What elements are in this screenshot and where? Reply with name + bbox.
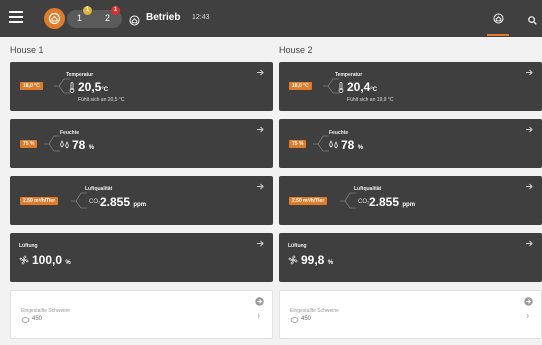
pig-icon xyxy=(21,317,30,323)
humidity-card-house-1[interactable]: 75 % Feuchte 78 % xyxy=(10,119,273,168)
thermometer-icon xyxy=(338,82,344,93)
humidity-value: 78 % xyxy=(341,138,363,152)
arrow-right-icon[interactable] xyxy=(525,182,534,191)
arrow-right-icon[interactable] xyxy=(256,239,265,248)
arrow-right-icon[interactable] xyxy=(525,125,534,134)
temperature-number: 20,4 xyxy=(347,80,371,94)
temperature-label: Temperatur xyxy=(66,72,94,78)
arrow-right-icon[interactable] xyxy=(525,239,534,248)
connector-lines xyxy=(71,192,87,209)
arrow-right-icon[interactable] xyxy=(256,125,265,134)
humidity-number: 78 xyxy=(341,138,355,152)
pig-icon xyxy=(290,317,299,323)
feels-like-text: Fühlt sich an 19,9 °C xyxy=(347,97,394,103)
ventilation-number: 100,0 xyxy=(32,253,63,267)
home-icon xyxy=(48,12,61,25)
house-2-title: House 2 xyxy=(279,45,313,55)
fan-icon xyxy=(288,255,298,265)
temperature-unit: °C xyxy=(101,87,109,93)
humidity-icon xyxy=(329,140,338,149)
home-button[interactable] xyxy=(44,8,65,29)
feels-like-text: Fühlt sich an 20,5 °C xyxy=(78,97,125,103)
arrow-right-icon[interactable] xyxy=(255,297,264,306)
fan-icon xyxy=(19,255,29,265)
connector-lines xyxy=(340,192,356,209)
ventilation-card-house-2[interactable]: Lüftung 99,8 % xyxy=(279,233,542,282)
air-quality-unit: ppm xyxy=(133,202,147,208)
air-quality-setpoint: 2.50 m³/h/Tier xyxy=(289,197,328,205)
animals-value: 450 xyxy=(32,316,43,322)
air-quality-value: 2.855 ppm xyxy=(369,195,415,209)
temperature-label: Temperatur xyxy=(335,72,363,78)
co2-label: CO₂ xyxy=(89,199,101,205)
top-bar: 1 1 2 1 Betrieb 12:43 xyxy=(0,0,542,37)
air-quality-number: 2.855 xyxy=(100,195,131,209)
active-tab-indicator xyxy=(487,34,509,36)
ventilation-card-house-1[interactable]: Lüftung 100,0 % xyxy=(10,233,273,282)
temperature-setpoint: 18,0 °C xyxy=(289,82,312,90)
humidity-number: 78 xyxy=(72,138,86,152)
alarm-badge-house-1: 1 xyxy=(83,6,92,15)
overview-home-icon[interactable] xyxy=(493,11,504,29)
air-quality-label: Luftqualität xyxy=(354,186,382,192)
chevron-right-icon[interactable]: › xyxy=(526,311,529,320)
humidity-unit: % xyxy=(88,145,95,151)
temperature-value: 20,5°C xyxy=(78,80,108,94)
house-1-title: House 1 xyxy=(10,45,44,55)
ventilation-label: Lüftung xyxy=(288,243,307,249)
humidity-unit: % xyxy=(357,145,364,151)
ventilation-number: 99,8 xyxy=(301,253,325,267)
thermometer-icon xyxy=(69,82,75,93)
mode-label: Betrieb xyxy=(146,12,181,23)
air-quality-setpoint: 2.50 m³/h/Tier xyxy=(20,197,59,205)
humidity-label: Feuchte xyxy=(329,130,349,136)
humidity-icon xyxy=(60,140,69,149)
animals-card-house-1[interactable]: Eingestallte Schweine 450 › xyxy=(10,290,273,339)
house-1-tab[interactable]: 1 xyxy=(77,13,82,23)
temperature-card-house-2[interactable]: 18,0 °C Temperatur 20,4°C Fühlt sich an … xyxy=(279,62,542,111)
air-quality-unit: ppm xyxy=(402,202,416,208)
animals-label: Eingestallte Schweine xyxy=(290,308,339,314)
ventilation-unit: % xyxy=(65,260,71,266)
ventilation-label: Lüftung xyxy=(19,243,38,249)
air-quality-label: Luftqualität xyxy=(85,186,113,192)
arrow-right-icon[interactable] xyxy=(524,297,533,306)
animals-value: 450 xyxy=(301,316,312,322)
arrow-right-icon[interactable] xyxy=(525,68,534,77)
chevron-right-icon[interactable]: › xyxy=(257,311,260,320)
search-icon[interactable] xyxy=(528,12,537,30)
temperature-unit: °C xyxy=(370,87,378,93)
ventilation-value: 100,0 % xyxy=(32,253,71,267)
arrow-right-icon[interactable] xyxy=(256,68,265,77)
humidity-card-house-2[interactable]: 75 % Feuchte 78 % xyxy=(279,119,542,168)
humidity-setpoint: 75 % xyxy=(20,140,38,148)
menu-icon[interactable] xyxy=(9,11,23,23)
arrow-right-icon[interactable] xyxy=(256,182,265,191)
humidity-setpoint: 75 % xyxy=(289,140,307,148)
temperature-card-house-1[interactable]: 18,0 °C Temperatur 20,5°C Fühlt sich an … xyxy=(10,62,273,111)
humidity-label: Feuchte xyxy=(60,130,80,136)
clock: 12:43 xyxy=(192,14,210,21)
humidity-value: 78 % xyxy=(72,138,94,152)
ventilation-value: 99,8 % xyxy=(301,253,333,267)
temperature-number: 20,5 xyxy=(78,80,102,94)
temperature-value: 20,4°C xyxy=(347,80,377,94)
ventilation-unit: % xyxy=(327,260,334,266)
co2-label: CO₂ xyxy=(358,199,370,205)
operation-status-icon xyxy=(129,13,140,31)
house-2-tab[interactable]: 2 xyxy=(105,13,110,23)
air-quality-number: 2.855 xyxy=(369,195,400,209)
temperature-setpoint: 18,0 °C xyxy=(20,82,43,90)
air-quality-card-house-1[interactable]: 2.50 m³/h/Tier Luftqualität CO₂ 2.855 pp… xyxy=(10,176,273,225)
animals-card-house-2[interactable]: Eingestallte Schweine 450 › xyxy=(279,290,542,339)
air-quality-card-house-2[interactable]: 2.50 m³/h/Tier Luftqualität CO₂ 2.855 pp… xyxy=(279,176,542,225)
house-switcher[interactable]: 1 1 2 1 xyxy=(67,6,122,28)
animals-label: Eingestallte Schweine xyxy=(21,308,70,314)
air-quality-value: 2.855 ppm xyxy=(100,195,146,209)
alarm-badge-house-2: 1 xyxy=(111,6,120,15)
